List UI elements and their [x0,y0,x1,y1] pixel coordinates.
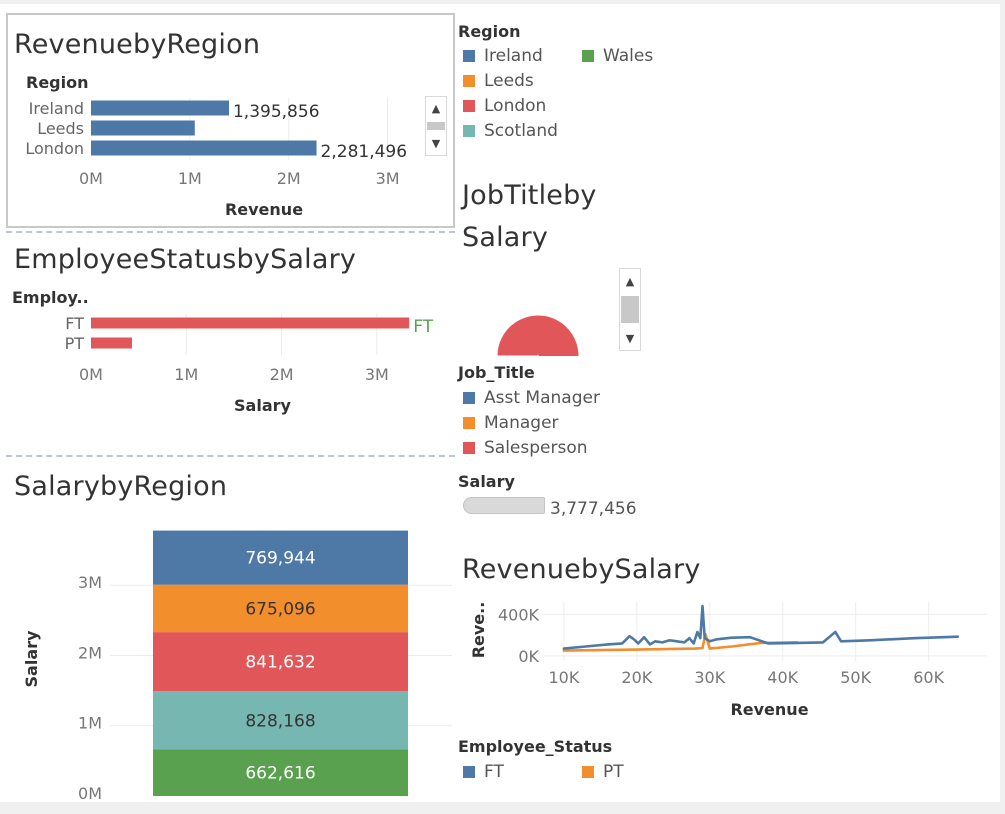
y-tick-label: 400K [498,605,540,624]
y-tick-label: 0M [78,784,102,802]
job-title-by-salary-pie[interactable] [490,294,590,356]
legend-item-ireland[interactable]: Ireland [463,46,543,66]
salary-size-legend-value: 3,777,456 [550,499,637,519]
y-tick-label: 0K [518,647,539,666]
legend-swatch [463,417,475,429]
employee-status-legend-title: Employee_Status [458,737,613,756]
legend-item-leeds[interactable]: Leeds [463,71,534,91]
legend-swatch [463,766,475,778]
legend-swatch [463,392,475,404]
legend-item-wales[interactable]: Wales [582,46,653,66]
data-label: 662,616 [245,764,315,784]
legend-swatch [463,125,475,137]
salary-size-legend-shape [463,497,545,514]
data-label: 675,096 [245,599,315,619]
job-title-by-salary-title-line1: JobTitleby [462,180,597,211]
job-title-scrollbar[interactable]: ▲ ▼ [619,268,641,351]
legend-swatch [463,50,475,62]
legend-swatch [582,50,594,62]
x-tick-label: 30K [694,668,725,687]
x-tick-label: 10K [548,668,579,687]
y-tick-label: 3M [78,573,102,592]
y-tick-label: 1M [78,714,102,733]
legend-item-ft[interactable]: FT [463,762,504,782]
legend-item-pt[interactable]: PT [582,762,624,782]
x-tick-label: 60K [913,668,944,687]
legend-swatch [463,442,475,454]
job-title-by-salary-title-line2: Salary [462,222,549,253]
revenue-by-salary-title: RevenuebySalary [462,554,701,585]
legend-swatch [463,100,475,112]
legend-item-asst-manager[interactable]: Asst Manager [463,388,600,408]
scroll-up-arrow-icon[interactable]: ▲ [620,273,640,291]
x-tick-label: 50K [840,668,871,687]
x-tick-label: 40K [767,668,798,687]
legend-item-london[interactable]: London [463,96,546,116]
data-label: 769,944 [245,549,315,569]
salary-size-legend-title: Salary [458,472,515,491]
legend-swatch [582,766,594,778]
legend-item-scotland[interactable]: Scotland [463,121,558,141]
x-axis-title: Revenue [730,700,808,719]
legend-swatch [463,75,475,87]
pie-slice [496,314,580,356]
legend-item-manager[interactable]: Manager [463,413,559,433]
data-label: 841,632 [245,653,315,673]
series-line [562,604,960,650]
region-legend-title: Region [458,22,521,41]
revenue-by-salary-chart[interactable]: 10K 20K 30K 40K 50K 60K 0K 400K Reve.. Revenue [460,594,1000,724]
scroll-thumb[interactable] [621,296,639,323]
salary-by-region-chart[interactable]: 0M 1M 2M 3M Salary 662,616 828,168 841,632 675,0… [0,4,460,802]
y-axis-title: Reve.. [469,602,488,659]
job-title-legend-title: Job_Title [458,363,535,382]
scroll-down-arrow-icon[interactable]: ▼ [620,330,640,348]
x-tick-label: 20K [621,668,652,687]
legend-item-salesperson[interactable]: Salesperson [463,438,588,458]
y-axis-title: Salary [22,630,41,687]
data-label: 828,168 [245,711,315,731]
dashboard-canvas: RevenuebyRegion Region 0M 1M 2M 3M Revenue Ir… [0,4,1000,802]
y-tick-label: 2M [78,643,102,662]
